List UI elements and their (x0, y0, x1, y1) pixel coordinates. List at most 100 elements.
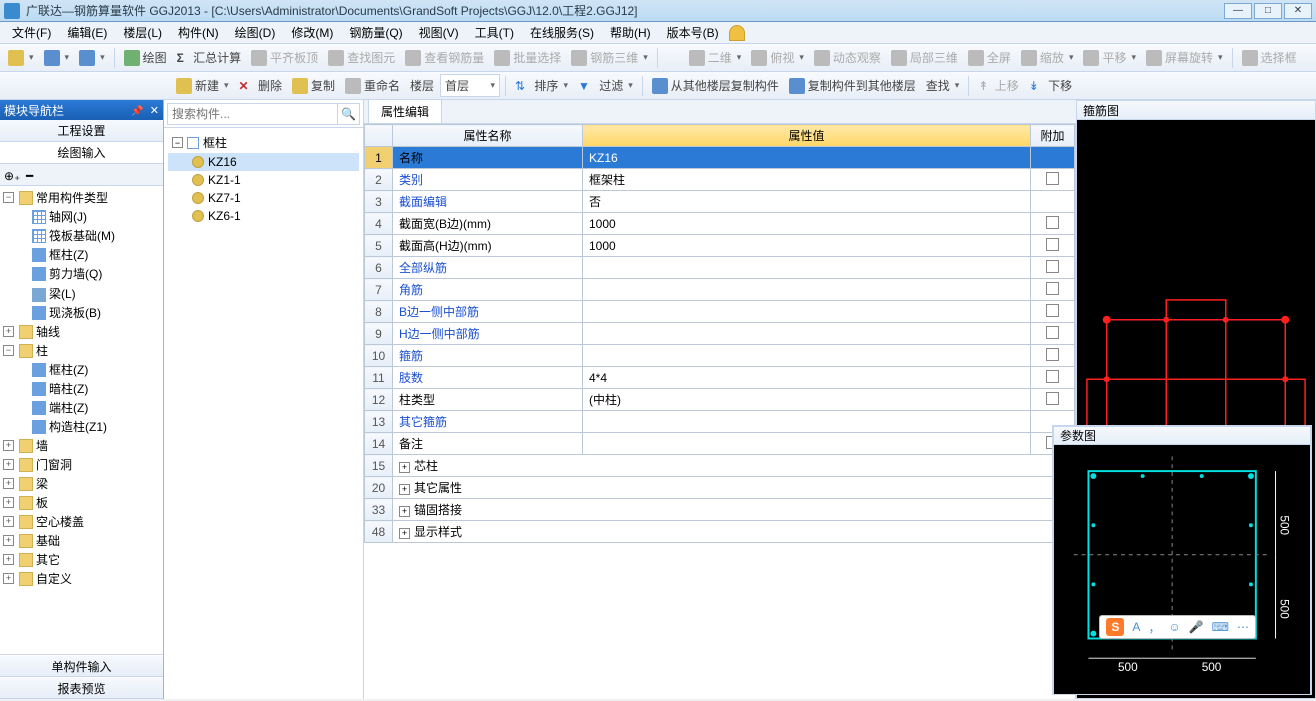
selrect-button[interactable]: 选择框 (1238, 47, 1301, 68)
prop-row[interactable]: 7 角筋 (365, 279, 1075, 301)
dyn-button[interactable]: 动态观察 (810, 47, 885, 68)
maximize-button[interactable]: □ (1254, 3, 1282, 19)
open-button[interactable]: ▾ (4, 48, 38, 68)
prop-row[interactable]: 6 全部纵筋 (365, 257, 1075, 279)
ime-btn-punct[interactable]: ， (1148, 619, 1160, 636)
prop-row-expandable[interactable]: 15 +芯柱 (365, 455, 1075, 477)
close-button[interactable]: ✕ (1284, 3, 1312, 19)
hat-icon[interactable] (729, 25, 745, 41)
undo-button[interactable]: ▾ (40, 48, 74, 68)
local3d-button[interactable]: 局部三维 (887, 47, 962, 68)
prop-row[interactable]: 8 B边一侧中部筋 (365, 301, 1075, 323)
menu-floor[interactable]: 楼层(L) (117, 22, 168, 43)
tree-node[interactable]: +其它 (0, 550, 163, 569)
tree-leaf[interactable]: 框柱(Z) (14, 245, 163, 264)
prop-row[interactable]: 2 类别 框架柱 (365, 169, 1075, 191)
ime-toolbar[interactable]: S A ， ☺ 🎤 ⌨ ⋯ (1099, 615, 1256, 639)
prop-row-expandable[interactable]: 20 +其它属性 (365, 477, 1075, 499)
flat-button[interactable]: 平齐板顶 (247, 47, 322, 68)
component-list[interactable]: −框柱KZ16KZ1-1KZ7-1KZ6-1 (164, 128, 363, 699)
nav-tree[interactable]: −常用构件类型轴网(J)筏板基础(M)框柱(Z)剪力墙(Q)梁(L)现浇板(B)… (0, 186, 163, 654)
tree-node[interactable]: +自定义 (0, 569, 163, 588)
rot-button[interactable]: 屏幕旋转▾ (1142, 47, 1227, 68)
prop-row[interactable]: 12 柱类型 (中柱) (365, 389, 1075, 411)
menu-version[interactable]: 版本号(B) (661, 22, 725, 43)
prop-row[interactable]: 10 箍筋 (365, 345, 1075, 367)
rebar3d-button[interactable]: 钢筋三维▾ (567, 47, 652, 68)
tree-leaf[interactable]: 暗柱(Z) (14, 379, 163, 398)
tree-node[interactable]: +梁 (0, 474, 163, 493)
delete-button[interactable]: ✕ 删除 (235, 75, 286, 96)
prop-row[interactable]: 11 肢数 4*4 (365, 367, 1075, 389)
2d-button[interactable]: 二维▾ (685, 47, 746, 68)
prop-row[interactable]: 3 截面编辑 否 (365, 191, 1075, 213)
prop-row[interactable]: 1 名称 KZ16 (365, 147, 1075, 169)
menu-modify[interactable]: 修改(M) (285, 22, 339, 43)
search-input[interactable] (167, 103, 338, 125)
prop-row[interactable]: 4 截面宽(B边)(mm) 1000 (365, 213, 1075, 235)
viewr-button[interactable]: 查看钢筋量 (401, 47, 488, 68)
component-item[interactable]: KZ1-1 (168, 171, 359, 189)
nav-close-icon[interactable]: ✕ (150, 105, 159, 117)
prop-row-expandable[interactable]: 48 +显示样式 (365, 521, 1075, 543)
tree-leaf[interactable]: 轴网(J) (14, 207, 163, 226)
filter-button[interactable]: ▼ 过滤▾ (574, 75, 637, 96)
ime-btn-face[interactable]: ☺ (1168, 620, 1180, 634)
moveup-button[interactable]: ↟ 上移 (974, 75, 1022, 96)
param-canvas[interactable]: 500500 500 500 (1053, 445, 1311, 695)
menu-draw[interactable]: 绘图(D) (229, 22, 282, 43)
menu-file[interactable]: 文件(F) (6, 22, 57, 43)
find-button[interactable]: 查找▾ (922, 75, 964, 96)
tree-node[interactable]: +轴线 (0, 322, 163, 341)
tree-node[interactable]: +墙 (0, 436, 163, 455)
redo-button[interactable]: ▾ (75, 48, 109, 68)
expand-icon[interactable]: ⊕₊ (4, 169, 20, 181)
menu-component[interactable]: 构件(N) (172, 22, 225, 43)
copy-from-floor-button[interactable]: 从其他楼层复制构件 (648, 75, 783, 96)
property-grid[interactable]: 属性名称属性值附加 1 名称 KZ16 2 类别 框架柱 3 截面编辑 否 4 … (364, 124, 1075, 543)
menu-online[interactable]: 在线服务(S) (524, 22, 600, 43)
menu-tools[interactable]: 工具(T) (469, 22, 520, 43)
search-icon[interactable]: 🔍 (338, 103, 360, 125)
tree-node[interactable]: +空心楼盖 (0, 512, 163, 531)
nav-section-draw[interactable]: 绘图输入 (0, 142, 163, 164)
menu-view[interactable]: 视图(V) (413, 22, 465, 43)
prop-row[interactable]: 14 备注 (365, 433, 1075, 455)
collapse-icon[interactable]: ━ (26, 169, 42, 181)
ime-btn-mic[interactable]: 🎤 (1189, 620, 1204, 634)
menu-edit[interactable]: 编辑(E) (61, 22, 113, 43)
component-item[interactable]: KZ7-1 (168, 189, 359, 207)
copy-button[interactable]: 复制 (288, 75, 339, 96)
menu-help[interactable]: 帮助(H) (604, 22, 657, 43)
menu-rebar[interactable]: 钢筋量(Q) (343, 22, 408, 43)
batch-button[interactable]: 批量选择 (490, 47, 565, 68)
tree-node[interactable]: −常用构件类型 (0, 188, 163, 207)
nav-section-single[interactable]: 单构件输入 (0, 655, 163, 677)
ime-btn-kbd[interactable]: ⌨ (1212, 620, 1229, 634)
tab-property-edit[interactable]: 属性编辑 (368, 99, 442, 123)
component-item[interactable]: KZ6-1 (168, 207, 359, 225)
tree-leaf[interactable]: 端柱(Z) (14, 398, 163, 417)
pin-icon[interactable]: 📌 (131, 106, 143, 117)
movedown-button[interactable]: ↡ 下移 (1025, 75, 1076, 96)
ime-btn-more[interactable]: ⋯ (1237, 620, 1249, 634)
peek-button[interactable]: 俯视▾ (747, 47, 808, 68)
ime-logo-icon[interactable]: S (1106, 618, 1124, 636)
prop-row[interactable]: 5 截面高(H边)(mm) 1000 (365, 235, 1075, 257)
tree-leaf[interactable]: 现浇板(B) (14, 303, 163, 322)
tree-leaf[interactable]: 构造柱(Z1) (14, 417, 163, 436)
prop-row-expandable[interactable]: 33 +锚固搭接 (365, 499, 1075, 521)
nav-section-project[interactable]: 工程设置 (0, 120, 163, 142)
prop-row[interactable]: 13 其它箍筋 (365, 411, 1075, 433)
tree-leaf[interactable]: 框柱(Z) (14, 360, 163, 379)
new-button[interactable]: 新建▾ (172, 75, 233, 96)
draw-button[interactable]: 绘图 (120, 47, 171, 68)
sort-button[interactable]: ⇅ 排序▾ (511, 75, 572, 96)
nav-section-report[interactable]: 报表预览 (0, 677, 163, 699)
pan-button[interactable]: 平移▾ (1079, 47, 1140, 68)
tree-node[interactable]: +门窗洞 (0, 455, 163, 474)
prop-row[interactable]: 9 H边一侧中部筋 (365, 323, 1075, 345)
tree-node[interactable]: +基础 (0, 531, 163, 550)
copy-to-floor-button[interactable]: 复制构件到其他楼层 (785, 75, 920, 96)
minimize-button[interactable]: — (1224, 3, 1252, 19)
